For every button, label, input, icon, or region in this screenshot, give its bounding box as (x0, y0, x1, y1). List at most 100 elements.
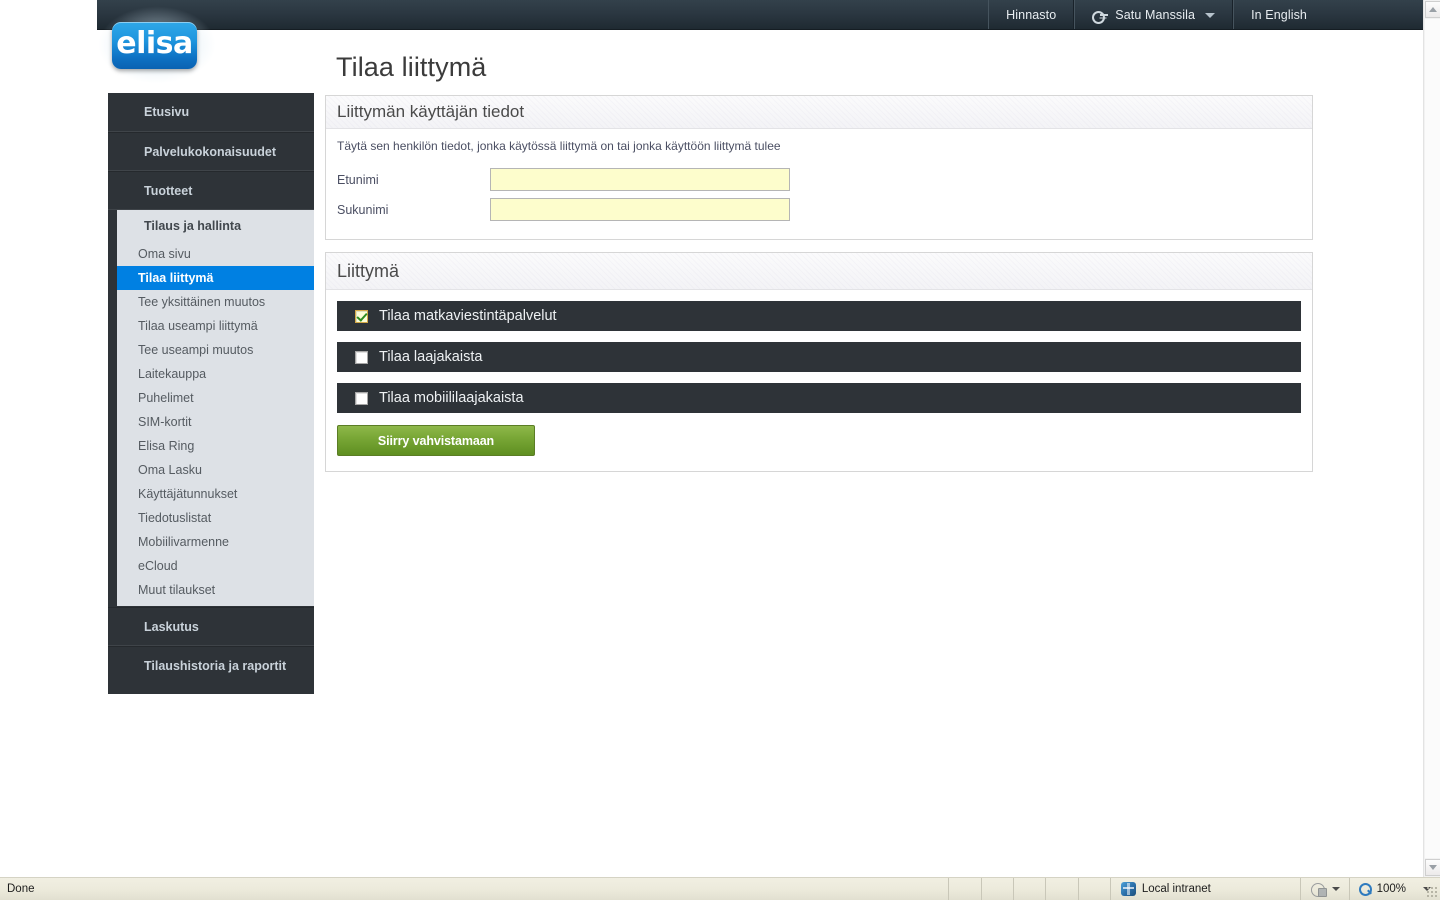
option-label-mobiililaajakaista: Tilaa mobiililaajakaista (379, 390, 524, 406)
sidebar-item-tee-yksittainen-muutos[interactable]: Tee yksittäinen muutos (117, 290, 314, 314)
topnav-item-hinnasto[interactable]: Hinnasto (988, 0, 1074, 30)
sidebar-label-oma-sivu: Oma sivu (138, 247, 191, 261)
lock-icon (1310, 882, 1327, 896)
sidebar-item-mobiilivarmenne[interactable]: Mobiilivarmenne (117, 530, 314, 554)
status-message: Done (0, 883, 948, 895)
chevron-down-icon (1205, 13, 1215, 18)
sidebar-item-oma-lasku[interactable]: Oma Lasku (117, 458, 314, 482)
brand-logo[interactable]: elisa (108, 17, 206, 72)
sidebar-item-etusivu[interactable]: Etusivu (108, 93, 314, 132)
sidebar-label-elisa-ring: Elisa Ring (138, 439, 194, 453)
sidebar-item-tuotteet[interactable]: Tuotteet (108, 171, 314, 210)
top-navigation-bar: Hinnasto Satu Manssila In English (97, 0, 1423, 30)
globe-icon (1121, 882, 1136, 896)
scroll-down-button[interactable] (1425, 859, 1440, 876)
label-etunimi: Etunimi (337, 173, 490, 187)
sidebar-label-tuotteet: Tuotteet (144, 184, 192, 198)
sidebar-item-tee-useampi-muutos[interactable]: Tee useampi muutos (117, 338, 314, 362)
sidebar-item-elisa-ring[interactable]: Elisa Ring (117, 434, 314, 458)
topnav-label-in-english: In English (1251, 8, 1307, 22)
sidebar-item-muut-tilaukset[interactable]: Muut tilaukset (117, 578, 314, 602)
sidebar-label-tee-useampi-muutos: Tee useampi muutos (138, 343, 253, 357)
sukunimi-input[interactable] (490, 198, 790, 221)
user-info-help-text: Täytä sen henkilön tiedot, jonka käytöss… (337, 139, 1301, 153)
status-separator-3 (1013, 878, 1045, 900)
sidebar-item-kayttajatunnukset[interactable]: Käyttäjätunnukset (117, 482, 314, 506)
status-separator-2 (981, 878, 1013, 900)
option-row-laajakaista[interactable]: Tilaa laajakaista (337, 342, 1301, 372)
option-row-mobiililaajakaista[interactable]: Tilaa mobiililaajakaista (337, 383, 1301, 413)
topnav-label-username: Satu Manssila (1115, 8, 1195, 22)
option-row-matkaviestintapalvelut[interactable]: Tilaa matkaviestintäpalvelut (337, 301, 1301, 331)
subscription-panel: Liittymä Tilaa matkaviestintäpalvelut Ti… (325, 252, 1313, 472)
user-info-panel: Liittymän käyttäjän tiedot Täytä sen hen… (325, 95, 1313, 240)
subscription-panel-title: Liittymä (337, 261, 399, 282)
sidebar-item-laitekauppa[interactable]: Laitekauppa (117, 362, 314, 386)
subscription-panel-body: Tilaa matkaviestintäpalvelut Tilaa laaja… (326, 290, 1312, 471)
logo-text: elisa (116, 29, 193, 62)
scroll-up-button[interactable] (1425, 1, 1440, 18)
sidebar-label-muut-tilaukset: Muut tilaukset (138, 583, 215, 597)
resize-grip[interactable] (1426, 886, 1438, 898)
checkbox-matkaviestintapalvelut[interactable] (355, 310, 368, 323)
sidebar-label-sim-kortit: SIM-kortit (138, 415, 191, 429)
sidebar-subsection-tilaus-ja-hallinta: Tilaus ja hallinta Oma sivu Tilaa liitty… (117, 210, 314, 607)
magnifier-icon (1359, 883, 1372, 896)
top-nav-items: Hinnasto Satu Manssila In English (988, 0, 1324, 30)
sidebar-label-ecloud: eCloud (138, 559, 178, 573)
browser-viewport: Hinnasto Satu Manssila In English elisa … (0, 0, 1440, 877)
etunimi-input[interactable] (490, 168, 790, 191)
security-zone-indicator[interactable]: Local intranet (1110, 878, 1300, 900)
sidebar-item-puhelimet[interactable]: Puhelimet (117, 386, 314, 410)
status-separator-1 (948, 878, 980, 900)
sidebar-item-sim-kortit[interactable]: SIM-kortit (117, 410, 314, 434)
zoom-level-label: 100% (1377, 883, 1406, 895)
protected-mode-indicator[interactable] (1300, 878, 1349, 900)
sidebar-item-palvelukokonaisuudet[interactable]: Palvelukokonaisuudet (108, 132, 314, 171)
option-label-laajakaista: Tilaa laajakaista (379, 349, 482, 365)
topnav-label-hinnasto: Hinnasto (1006, 8, 1056, 22)
sidebar-label-oma-lasku: Oma Lasku (138, 463, 202, 477)
key-icon (1092, 11, 1107, 20)
browser-status-bar: Done Local intranet 100% (0, 877, 1440, 900)
chevron-down-icon[interactable] (1332, 887, 1340, 891)
label-sukunimi: Sukunimi (337, 203, 490, 217)
sidebar-label-palvelukokonaisuudet: Palvelukokonaisuudet (144, 145, 276, 159)
sidebar-label-puhelimet: Puhelimet (138, 391, 194, 405)
form-row-etunimi: Etunimi (337, 165, 1301, 194)
sidebar-label-tilaushistoria: Tilaushistoria ja raportit (144, 659, 286, 673)
sidebar-item-laskutus[interactable]: Laskutus (108, 607, 314, 646)
sidebar-item-tilaa-useampi-liittyma[interactable]: Tilaa useampi liittymä (117, 314, 314, 338)
sidebar-item-ecloud[interactable]: eCloud (117, 554, 314, 578)
sidebar-item-tiedotuslistat[interactable]: Tiedotuslistat (117, 506, 314, 530)
topnav-item-in-english[interactable]: In English (1233, 0, 1324, 30)
checkbox-mobiililaajakaista[interactable] (355, 392, 368, 405)
submit-confirm-button[interactable]: Siirry vahvistamaan (337, 425, 535, 456)
user-info-panel-header: Liittymän käyttäjän tiedot (326, 96, 1312, 129)
topnav-item-user-menu[interactable]: Satu Manssila (1074, 0, 1233, 30)
elisa-logo-badge: elisa (112, 22, 197, 69)
form-row-sukunimi: Sukunimi (337, 195, 1301, 224)
subscription-panel-header: Liittymä (326, 253, 1312, 290)
user-info-panel-body: Täytä sen henkilön tiedot, jonka käytöss… (326, 129, 1312, 239)
chevron-down-icon (1429, 865, 1437, 870)
checkbox-laajakaista[interactable] (355, 351, 368, 364)
sidebar-label-tee-yksittainen-muutos: Tee yksittäinen muutos (138, 295, 265, 309)
sidebar-item-oma-sivu[interactable]: Oma sivu (117, 242, 314, 266)
sidebar-label-tiedotuslistat: Tiedotuslistat (138, 511, 211, 525)
status-separator-5 (1078, 878, 1110, 900)
sidebar: Etusivu Palvelukokonaisuudet Tuotteet Ti… (108, 93, 314, 694)
option-label-matkaviestintapalvelut: Tilaa matkaviestintäpalvelut (379, 308, 557, 324)
status-separator-4 (1045, 878, 1077, 900)
vertical-scrollbar[interactable] (1423, 0, 1440, 877)
sidebar-item-tilaushistoria-ja-raportit[interactable]: Tilaushistoria ja raportit (108, 646, 314, 685)
sidebar-label-kayttajatunnukset: Käyttäjätunnukset (138, 487, 237, 501)
sidebar-subsection-heading[interactable]: Tilaus ja hallinta (117, 210, 314, 242)
sidebar-subsection-heading-label: Tilaus ja hallinta (144, 219, 241, 233)
user-info-panel-title: Liittymän käyttäjän tiedot (337, 102, 524, 122)
sidebar-label-tilaa-liittyma: Tilaa liittymä (138, 271, 214, 285)
sidebar-label-etusivu: Etusivu (144, 105, 189, 119)
page-title: Tilaa liittymä (336, 52, 486, 83)
scrollbar-track[interactable] (1425, 19, 1440, 858)
sidebar-item-tilaa-liittyma[interactable]: Tilaa liittymä (117, 266, 314, 290)
